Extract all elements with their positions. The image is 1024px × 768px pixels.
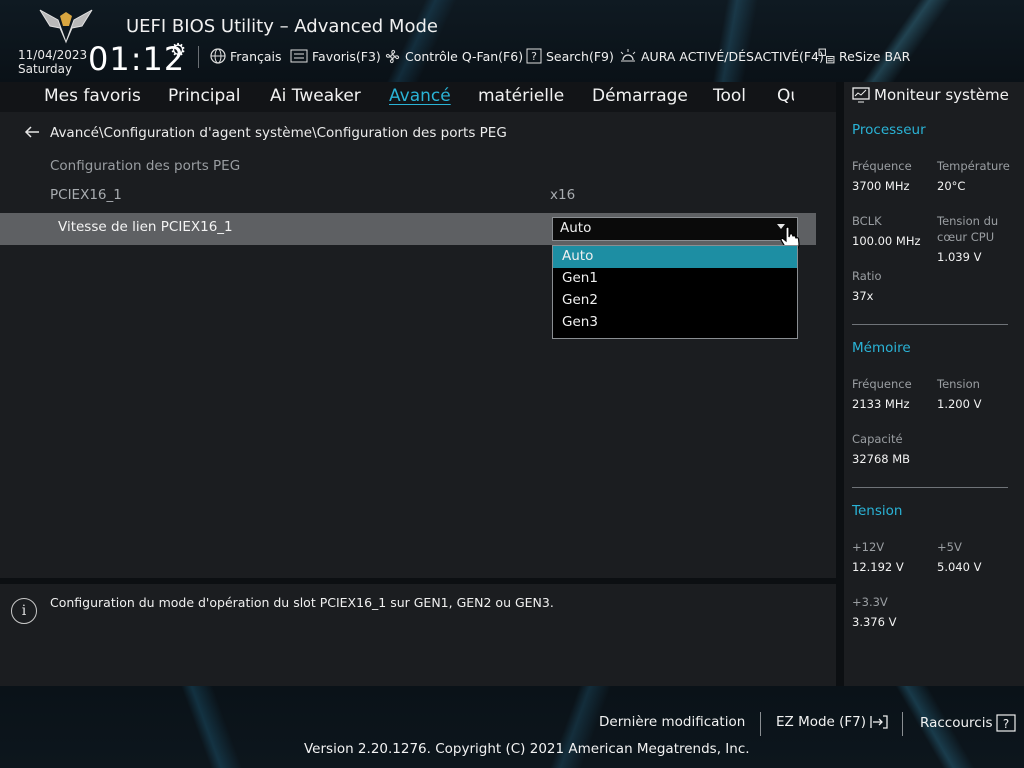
v5-value: 5.040 V: [937, 560, 982, 574]
resize-bar-icon: [818, 48, 835, 63]
monitor-title-label: Moniteur système: [874, 86, 1009, 104]
memory-heading: Mémoire: [852, 340, 911, 356]
monitor-title: Moniteur système: [852, 86, 1009, 104]
svg-text:?: ?: [1003, 717, 1009, 731]
help-icon: ?: [996, 714, 1017, 732]
shortcuts-label: Raccourcis: [920, 715, 993, 731]
exit-icon: [870, 715, 888, 729]
fan-icon: [385, 49, 400, 63]
mem-freq-label: Fréquence: [852, 377, 912, 391]
breadcrumb: Avancé\Configuration d'agent système\Con…: [50, 125, 507, 141]
tab-demarrage[interactable]: Démarrage: [592, 86, 688, 106]
language-label: Français: [230, 48, 282, 64]
ez-mode-label: EZ Mode (F7): [776, 714, 867, 730]
main-nav: Mes favoris Principal Ai Tweaker Avancé …: [0, 82, 836, 112]
back-arrow-icon[interactable]: [24, 124, 40, 143]
v33-label: +3.3V: [852, 595, 888, 609]
tab-ai-tweaker[interactable]: Ai Tweaker: [270, 86, 361, 106]
v33-value: 3.376 V: [852, 615, 897, 629]
vcore-label: Tension du cœur CPU: [937, 214, 999, 244]
tab-principal[interactable]: Principal: [168, 86, 240, 106]
date-display: 11/04/2023 Saturday: [18, 48, 87, 76]
globe-icon: [210, 48, 226, 64]
info-icon: i: [11, 598, 37, 624]
monitor-icon: [852, 87, 870, 103]
footer-divider: [902, 712, 903, 736]
cpu-temp-label: Température: [937, 159, 1010, 173]
header-divider: [198, 46, 199, 68]
resize-bar-button[interactable]: ReSize BAR: [818, 47, 910, 65]
processor-heading: Processeur: [852, 122, 926, 138]
tab-tool[interactable]: Tool: [713, 86, 746, 106]
mem-volt-label: Tension: [937, 377, 980, 391]
vcore-value: 1.039 V: [937, 250, 982, 264]
version-text: Version 2.20.1276. Copyright (C) 2021 Am…: [304, 741, 750, 757]
v12-value: 12.192 V: [852, 560, 904, 574]
aura-label: AURA ACTIVÉ/DÉSACTIVÉ(F4): [641, 48, 824, 64]
shortcuts-button[interactable]: Raccourcis ?: [920, 714, 1017, 732]
gear-icon[interactable]: ⚙: [170, 40, 186, 61]
search-button[interactable]: ? Search(F9): [526, 47, 614, 65]
day-text: Saturday: [18, 62, 73, 76]
ratio-label: Ratio: [852, 269, 882, 283]
tab-mes-favoris[interactable]: Mes favoris: [44, 86, 141, 106]
option-auto[interactable]: Auto: [553, 246, 797, 268]
monitor-divider: [852, 487, 1008, 488]
settings-panel: [0, 112, 836, 578]
search-help-icon: ?: [526, 48, 542, 64]
favorites-label: Favoris(F3): [312, 48, 381, 64]
resize-bar-label: ReSize BAR: [839, 48, 911, 64]
mem-cap-label: Capacité: [852, 432, 903, 446]
tab-quitter[interactable]: Quitter: [777, 86, 794, 106]
bclk-label: BCLK: [852, 214, 882, 228]
v12-label: +12V: [852, 540, 885, 554]
cpu-temp-value: 20°C: [937, 179, 966, 193]
favorites-button[interactable]: Favoris(F3): [290, 47, 381, 65]
svg-text:?: ?: [531, 50, 537, 63]
app-title: UEFI BIOS Utility – Advanced Mode: [126, 16, 438, 37]
ratio-value: 37x: [852, 289, 874, 303]
option-gen2[interactable]: Gen2: [553, 290, 797, 312]
aura-button[interactable]: AURA ACTIVÉ/DÉSACTIVÉ(F4): [619, 47, 824, 65]
mem-cap-value: 32768 MB: [852, 452, 911, 466]
language-button[interactable]: Français: [210, 47, 282, 65]
cpu-freq-value: 3700 MHz: [852, 179, 910, 193]
tab-avance[interactable]: Avancé: [389, 86, 451, 106]
last-modified-label: Dernière modification: [599, 714, 746, 730]
link-speed-dropdown: Auto Gen1 Gen2 Gen3: [552, 245, 798, 339]
ez-mode-button[interactable]: EZ Mode (F7): [776, 714, 888, 730]
cpu-freq-label: Fréquence: [852, 159, 912, 173]
favorites-icon: [290, 49, 308, 63]
qfan-label: Contrôle Q-Fan(F6): [405, 48, 524, 64]
link-speed-select[interactable]: Auto: [552, 217, 798, 241]
link-speed-label: Vitesse de lien PCIEX16_1: [58, 219, 233, 235]
pciex16-value: x16: [550, 187, 576, 203]
search-label: Search(F9): [546, 48, 614, 64]
last-modified-button[interactable]: Dernière modification: [599, 714, 745, 730]
date-text: 11/04/2023: [18, 48, 88, 62]
monitor-divider: [852, 324, 1008, 325]
mem-volt-value: 1.200 V: [937, 397, 982, 411]
aura-icon: [620, 49, 636, 62]
voltage-heading: Tension: [852, 503, 903, 519]
option-gen3[interactable]: Gen3: [553, 312, 797, 334]
tab-materielle[interactable]: matérielle: [478, 86, 564, 106]
footer-divider: [760, 712, 761, 736]
link-speed-current: Auto: [560, 220, 592, 236]
pciex16-label: PCIEX16_1: [50, 187, 122, 203]
bclk-value: 100.00 MHz: [852, 234, 921, 248]
help-text: Configuration du mode d'opération du slo…: [50, 595, 554, 610]
qfan-button[interactable]: Contrôle Q-Fan(F6): [384, 47, 523, 65]
tuf-logo: [38, 6, 94, 44]
v5-label: +5V: [937, 540, 962, 554]
option-gen1[interactable]: Gen1: [553, 268, 797, 290]
nav-tabs: Mes favoris Principal Ai Tweaker Avancé …: [0, 82, 794, 112]
mem-freq-value: 2133 MHz: [852, 397, 910, 411]
section-title: Configuration des ports PEG: [50, 158, 241, 174]
